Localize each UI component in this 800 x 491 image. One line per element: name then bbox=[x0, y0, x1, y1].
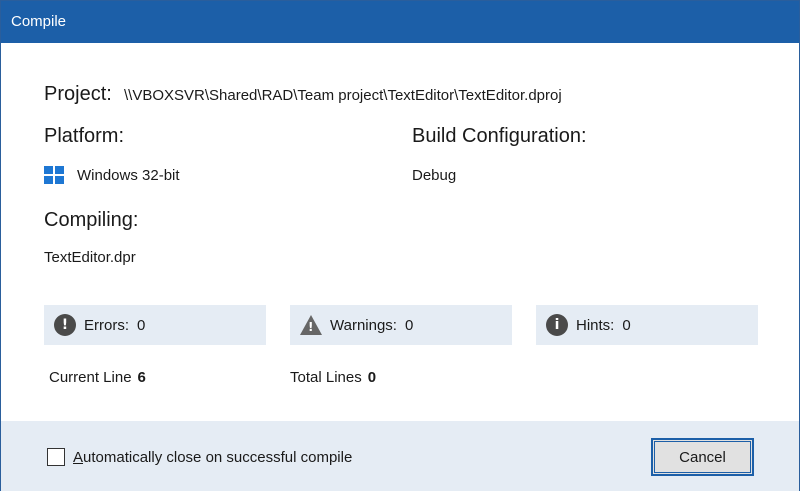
hints-label: Hints: bbox=[576, 316, 615, 334]
warnings-count: 0 bbox=[404, 316, 414, 334]
hints-count: 0 bbox=[622, 316, 631, 334]
total-lines-label: Total Lines bbox=[290, 369, 362, 386]
compile-dialog: Compile Project: \\VBOXSVR\Shared\RAD\Te… bbox=[0, 0, 800, 491]
info-icon: i bbox=[546, 314, 568, 336]
compiling-file: TextEditor.dpr bbox=[44, 249, 136, 266]
warning-icon bbox=[300, 314, 322, 336]
hints-panel: i Hints: 0 bbox=[536, 305, 758, 345]
platform-label: Platform: bbox=[44, 125, 125, 147]
project-path: \\VBOXSVR\Shared\RAD\Team project\TextEd… bbox=[124, 87, 562, 104]
build-configuration-label: Build Configuration: bbox=[412, 125, 587, 147]
current-line: Current Line 6 bbox=[49, 369, 146, 386]
dialog-footer: Automatically close on successful compil… bbox=[1, 421, 799, 491]
window-title: Compile bbox=[11, 13, 67, 30]
current-line-label: Current Line bbox=[49, 369, 132, 386]
project-label: Project: bbox=[44, 83, 112, 105]
platform-row: Windows 32-bit bbox=[44, 165, 180, 185]
dialog-body: Project: \\VBOXSVR\Shared\RAD\Team proje… bbox=[1, 43, 799, 421]
auto-close-checkbox[interactable] bbox=[47, 448, 65, 466]
current-line-value: 6 bbox=[137, 369, 146, 386]
build-configuration-value: Debug bbox=[412, 167, 457, 184]
errors-label: Errors: bbox=[84, 316, 129, 334]
warnings-panel: Warnings: 0 bbox=[290, 305, 512, 345]
platform-value: Windows 32-bit bbox=[77, 166, 180, 184]
warnings-label: Warnings: bbox=[330, 316, 397, 334]
auto-close-label[interactable]: Automatically close on successful compil… bbox=[73, 449, 352, 466]
auto-close-option[interactable]: Automatically close on successful compil… bbox=[47, 448, 352, 466]
title-bar: Compile bbox=[1, 1, 799, 43]
windows-logo-icon bbox=[44, 166, 64, 184]
error-icon: ! bbox=[54, 314, 76, 336]
errors-panel: ! Errors: 0 bbox=[44, 305, 266, 345]
total-lines: Total Lines 0 bbox=[290, 369, 376, 386]
compiling-label: Compiling: bbox=[44, 209, 139, 231]
errors-count: 0 bbox=[137, 316, 146, 334]
cancel-button[interactable]: Cancel bbox=[651, 438, 754, 476]
total-lines-value: 0 bbox=[367, 369, 377, 386]
